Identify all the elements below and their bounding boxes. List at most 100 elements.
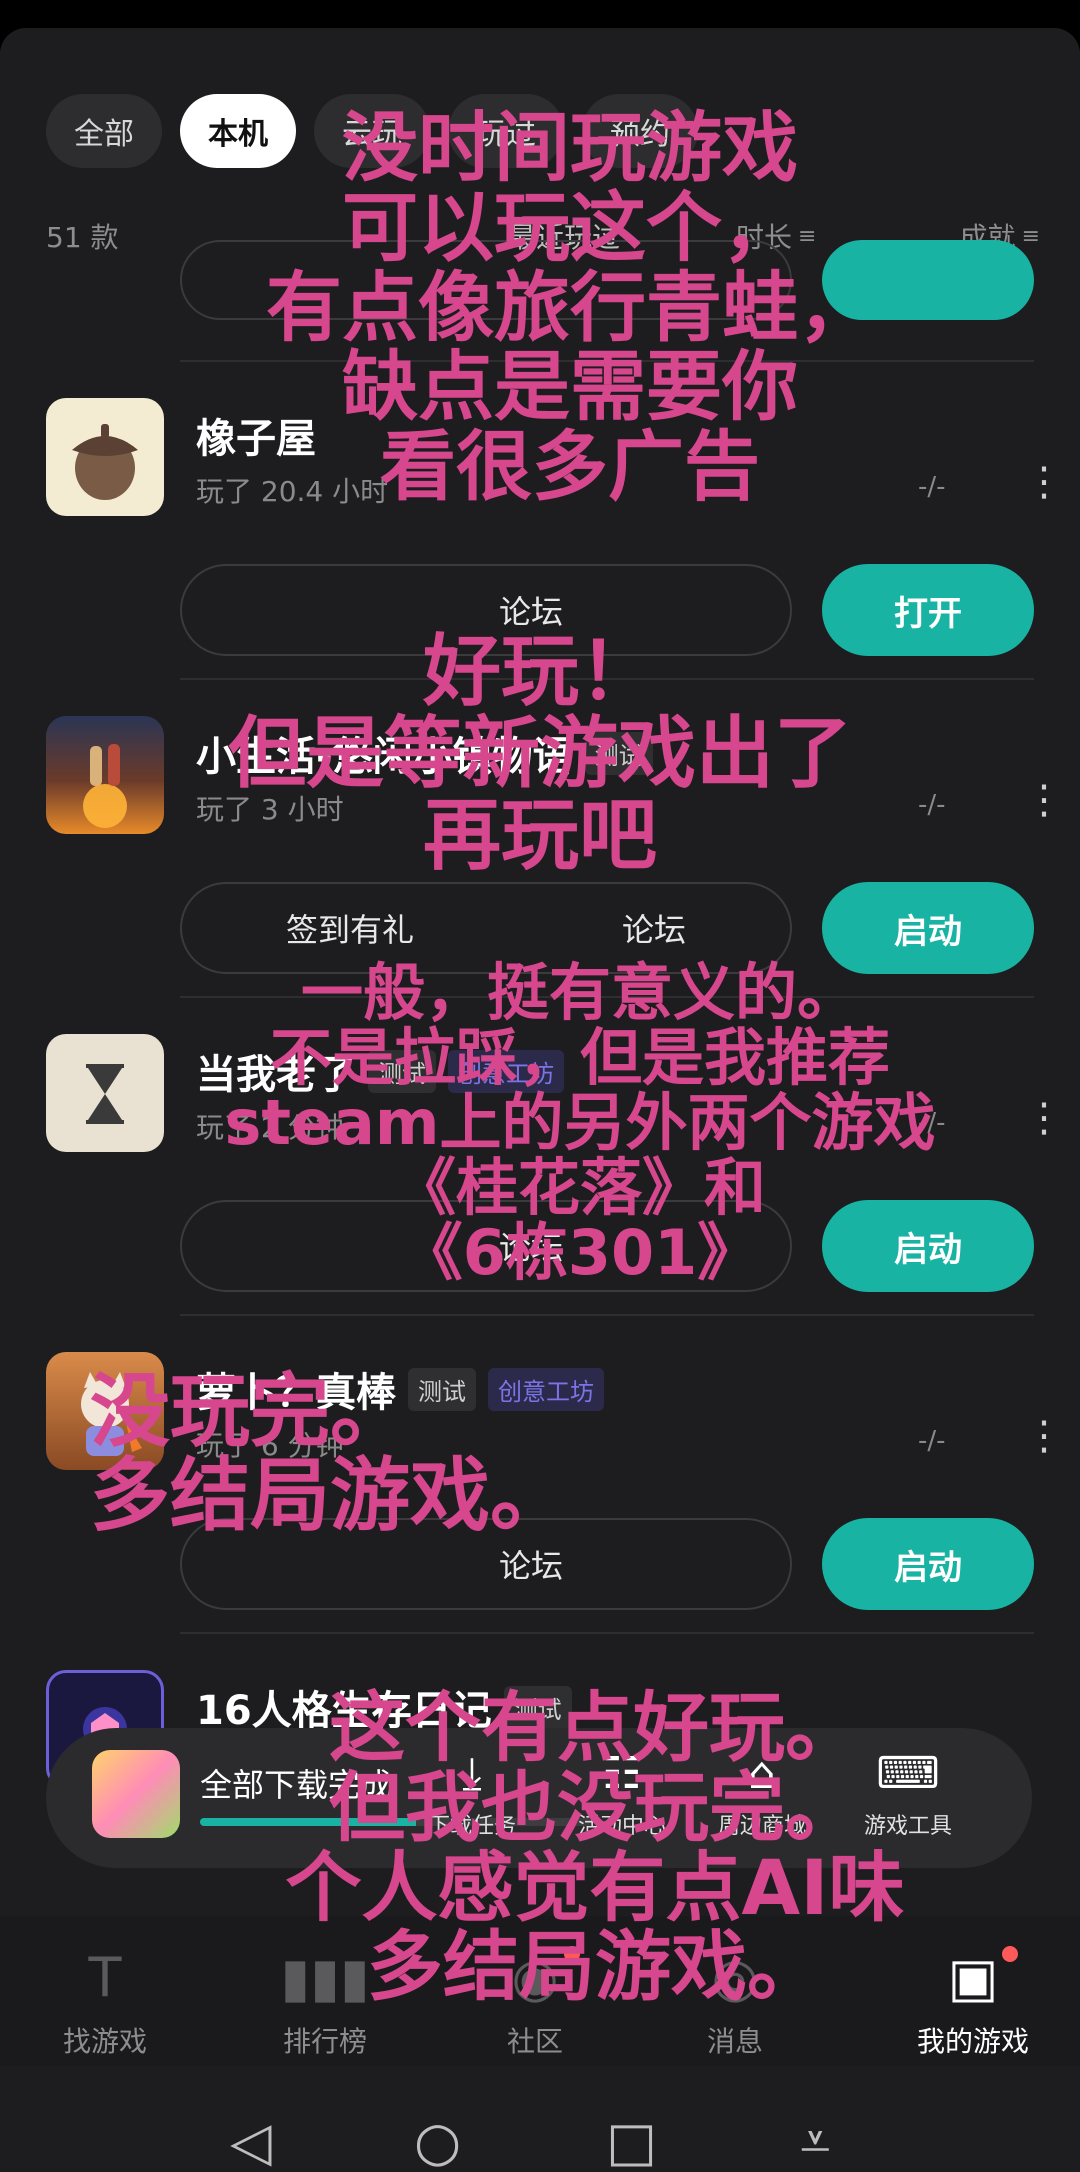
nav-rankings[interactable]: ▮▮▮ 排行榜 [250, 1946, 400, 2060]
action-pill[interactable]: 论坛 [180, 1200, 792, 1292]
community-icon: ◉ [511, 1946, 559, 2009]
forum-link[interactable]: 论坛 [499, 1223, 563, 1269]
message-icon: ◎ [711, 1946, 759, 2009]
download-game-icon [92, 1750, 180, 1838]
achievement-score: -/- [918, 1108, 946, 1138]
game-count: 51 款 [46, 221, 119, 254]
list-item[interactable]: 橡子屋 玩了 20.4 小时 -/- ⋮ 论坛 打开 [0, 362, 1080, 678]
forum-link[interactable]: 论坛 [622, 905, 686, 951]
notification-dot [564, 1946, 580, 1962]
download-status: 全部下载完成 [200, 1766, 393, 1804]
screen: 全部 本机 云玩 玩过 预约 51 款 最近玩过 时长 ≡ 成就 ≡ 橡子屋 玩… [0, 28, 1080, 2172]
status-badge: 测试 [584, 731, 653, 775]
workshop-badge: 创意工坊 [448, 1049, 564, 1093]
calendar-icon: ☷ [602, 1748, 642, 1799]
action-pill[interactable]: 论坛 [180, 564, 792, 656]
nav-label: 消息 [706, 2025, 763, 2058]
status-badge: 测试 [503, 1685, 572, 1729]
download-tasks-button[interactable]: ⤓ 下载任务 [402, 1746, 542, 1840]
tap-logo-icon: T [88, 1946, 122, 2009]
ranking-icon: ▮▮▮ [280, 1946, 370, 2009]
more-icon[interactable]: ⋮ [1024, 780, 1064, 820]
nav-my-games[interactable]: ▣ 我的游戏 [898, 1946, 1048, 2060]
action-pill[interactable]: 论坛 [180, 1518, 792, 1610]
open-button[interactable]: 打开 [822, 564, 1034, 656]
my-games-icon: ▣ [947, 1946, 999, 2009]
status-badge: 测试 [408, 1367, 476, 1411]
game-title: 橡子屋 [196, 416, 316, 462]
playtime: 玩了 20.4 小时 [196, 475, 389, 508]
download-tasks-label: 下载任务 [427, 1814, 516, 1839]
acorn-icon[interactable] [46, 398, 164, 516]
chip-played[interactable]: 玩过 [448, 94, 564, 168]
nav-label: 排行榜 [282, 2025, 367, 2058]
recents-icon[interactable]: □ [606, 2110, 657, 2172]
bottom-nav: T 找游戏 ▮▮▮ 排行榜 ◉ 社区 ◎ 消息 ▣ 我的游戏 [0, 1916, 1080, 2066]
playtime: 玩了 6 分钟 [196, 1429, 344, 1462]
activity-center-label: 活动中心 [577, 1814, 666, 1839]
launch-button-partial[interactable] [822, 240, 1034, 320]
list-item[interactable]: 小生活-悠闲小镇物语 测试 玩了 3 小时 -/- ⋮ 签到有礼 论坛 启动 [0, 680, 1080, 996]
gamepad-icon: ⌨ [876, 1748, 940, 1799]
checkin-gift-link[interactable]: 签到有礼 [286, 905, 414, 951]
nav-find-games[interactable]: T 找游戏 [30, 1946, 180, 2060]
nav-community[interactable]: ◉ 社区 [460, 1946, 610, 2060]
game-title: 萝卜？真棒 [196, 1370, 396, 1416]
merch-store-label: 周边商城 [717, 1814, 806, 1839]
action-pill[interactable]: 签到有礼 论坛 [180, 882, 792, 974]
nav-messages[interactable]: ◎ 消息 [660, 1946, 810, 2060]
playtime: 玩了 2 分钟 [196, 1111, 344, 1144]
campfire-icon[interactable] [46, 716, 164, 834]
title-row: 当我老了 测试 创意工坊 [196, 1042, 564, 1100]
nav-label: 社区 [506, 2025, 563, 2058]
more-icon[interactable]: ⋮ [1024, 1416, 1064, 1456]
filter-chips: 全部 本机 云玩 玩过 预约 [46, 94, 698, 168]
store-icon: ⌂ [748, 1748, 776, 1799]
launch-button[interactable]: 启动 [822, 1518, 1034, 1610]
game-title: 小生活-悠闲小镇物语 [196, 734, 573, 780]
title-row: 萝卜？真棒 测试 创意工坊 [196, 1360, 604, 1418]
achievement-score: -/- [918, 1426, 946, 1456]
workshop-badge: 创意工坊 [488, 1367, 604, 1411]
launch-button[interactable]: 启动 [822, 1200, 1034, 1292]
sort-icon: ≡ [798, 223, 817, 249]
status-badge: 测试 [368, 1049, 436, 1093]
nav-label: 我的游戏 [916, 2025, 1029, 2058]
list-item[interactable]: 当我老了 测试 创意工坊 玩了 2 分钟 -/- ⋮ 论坛 启动 [0, 998, 1080, 1314]
chip-all[interactable]: 全部 [46, 94, 162, 168]
game-title: 当我老了 [196, 1052, 356, 1098]
chip-local[interactable]: 本机 [180, 94, 296, 168]
game-list: 橡子屋 玩了 20.4 小时 -/- ⋮ 论坛 打开 小生活-悠闲小镇物语 测试… [0, 240, 1080, 1950]
hourglass-icon[interactable] [46, 1034, 164, 1152]
activity-center-button[interactable]: ☷ 活动中心 [552, 1746, 692, 1840]
achievement-score: -/- [918, 790, 946, 820]
merch-store-button[interactable]: ⌂ 周边商城 [692, 1746, 832, 1840]
cat-carrot-icon[interactable] [46, 1352, 164, 1470]
list-item[interactable]: 萝卜？真棒 测试 创意工坊 玩了 6 分钟 -/- ⋮ 论坛 启动 [0, 1316, 1080, 1632]
game-tools-label: 游戏工具 [863, 1814, 952, 1839]
sort-icon: ≡ [1021, 223, 1040, 249]
chip-cloud[interactable]: 云玩 [314, 94, 430, 168]
forum-pill-partial[interactable] [180, 240, 792, 320]
collapse-icon[interactable]: ⩡ [800, 2110, 830, 2172]
notification-dot [1002, 1946, 1018, 1962]
title-row: 小生活-悠闲小镇物语 测试 [196, 724, 653, 782]
playtime: 玩了 3 小时 [196, 793, 344, 826]
nav-label: 找游戏 [62, 2025, 147, 2058]
download-bar[interactable]: 全部下载完成 ⤓ 下载任务 ☷ 活动中心 ⌂ 周边商城 ⌨ 游戏工具 [46, 1728, 1032, 1868]
back-icon[interactable]: ◁ [230, 2110, 272, 2172]
download-icon: ⤓ [462, 1748, 482, 1799]
achievement-score: -/- [918, 472, 946, 502]
partial-game-row [0, 240, 1080, 360]
progress-fill [200, 1818, 416, 1826]
more-icon[interactable]: ⋮ [1024, 1098, 1064, 1138]
launch-button[interactable]: 启动 [822, 882, 1034, 974]
home-icon[interactable]: ○ [414, 2110, 461, 2172]
more-icon[interactable]: ⋮ [1024, 462, 1064, 502]
forum-link[interactable]: 论坛 [499, 1541, 563, 1587]
title-row: 橡子屋 [196, 406, 316, 464]
forum-link[interactable]: 论坛 [499, 587, 563, 633]
system-nav: ◁ ○ □ ⩡ [0, 2088, 1080, 2172]
game-tools-button[interactable]: ⌨ 游戏工具 [838, 1746, 978, 1840]
chip-reserved[interactable]: 预约 [582, 94, 698, 168]
